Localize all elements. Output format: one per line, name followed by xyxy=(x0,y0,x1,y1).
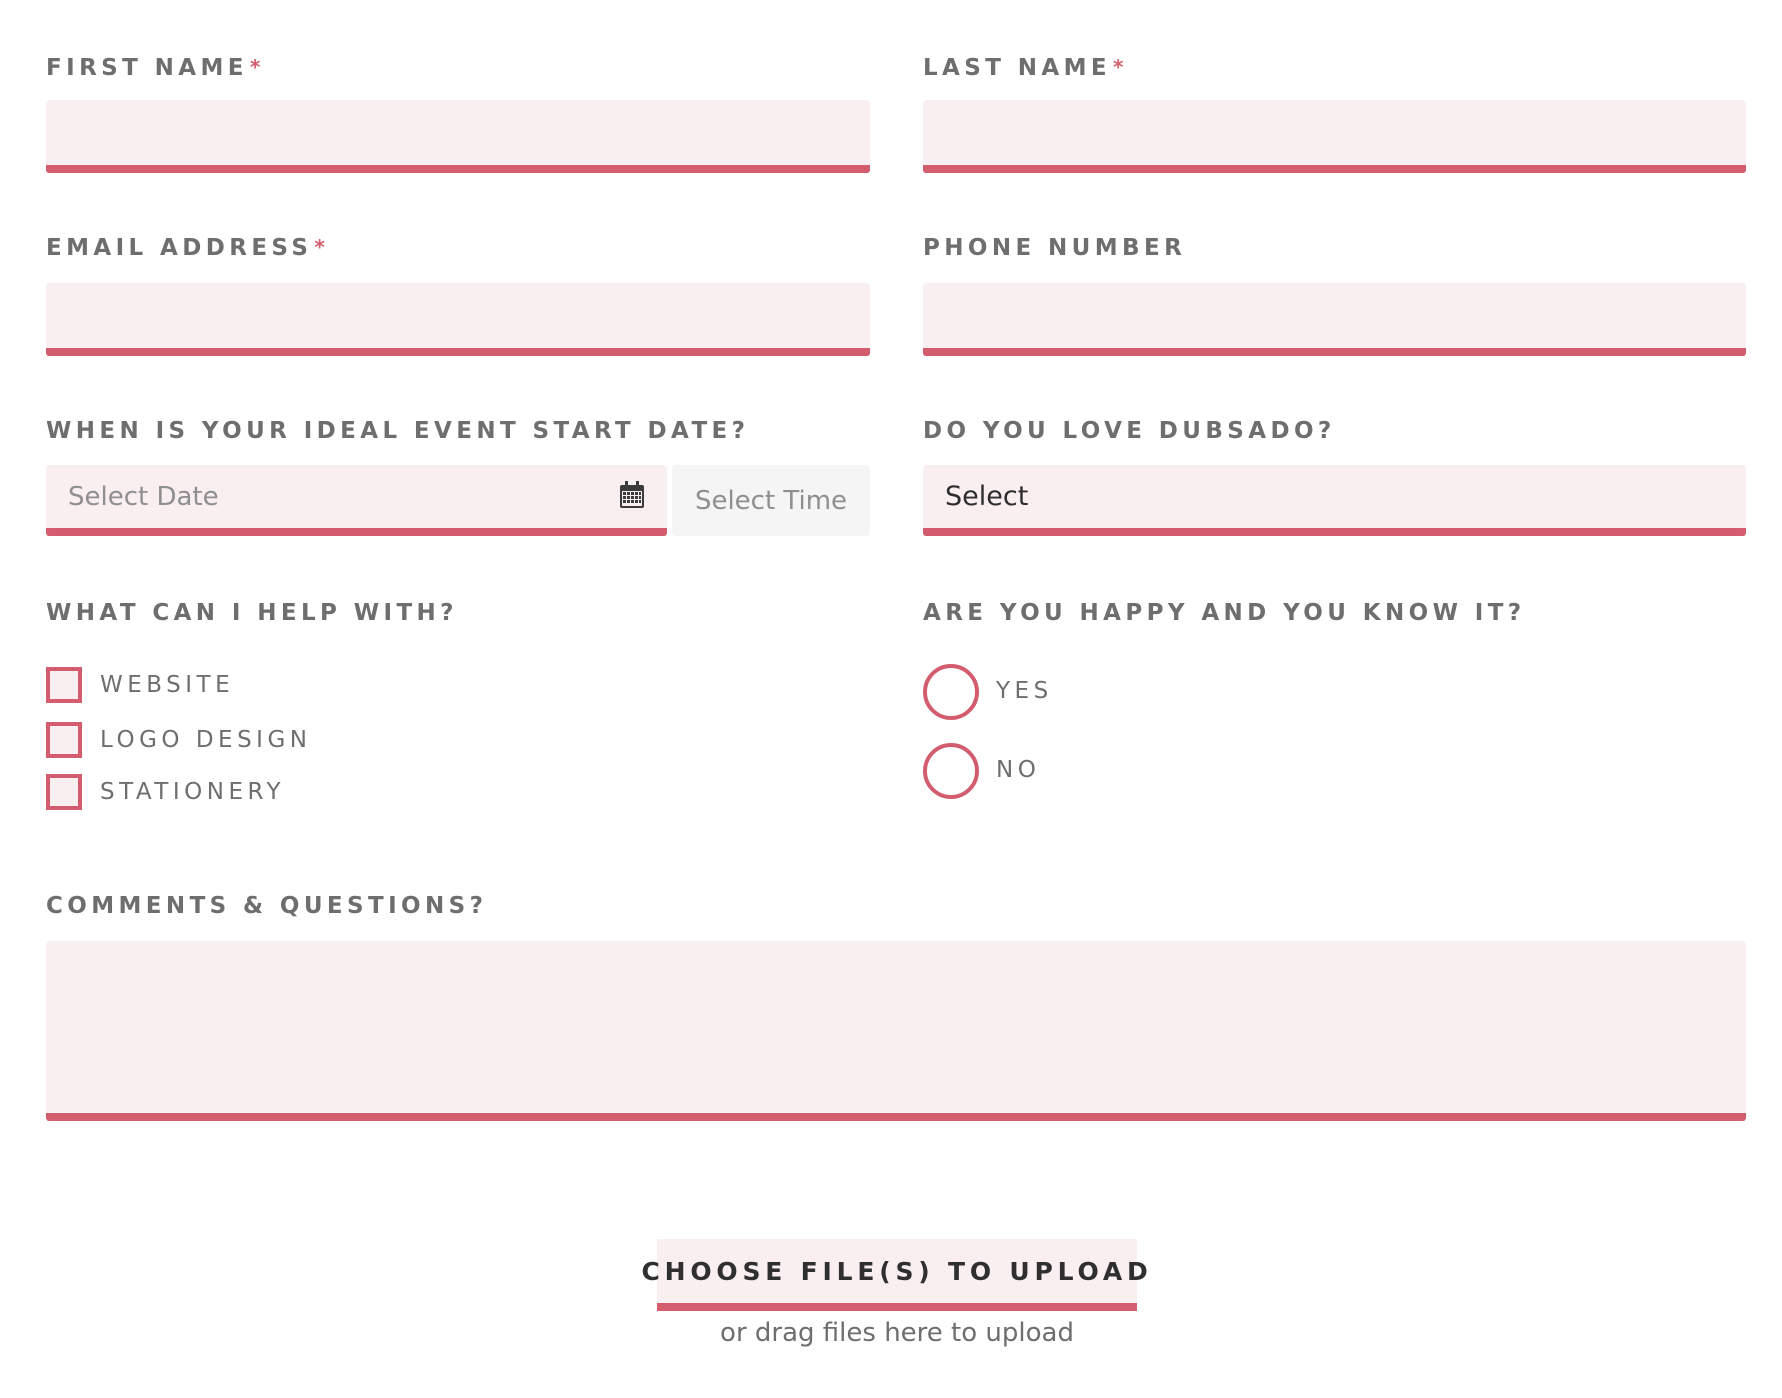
contact-form: FIRST NAME * LAST NAME * EMAIL ADDRESS * PH… xyxy=(0,0,1782,1398)
radio-no[interactable] xyxy=(923,743,979,799)
email-label-text: EMAIL ADDRESS xyxy=(46,235,313,261)
comments-textarea[interactable] xyxy=(46,941,1746,1121)
checkbox-label-logo-design: LOGO DESIGN xyxy=(100,727,312,753)
help-with-label: WHAT CAN I HELP WITH? xyxy=(46,600,458,626)
upload-hint: or drag files here to upload xyxy=(720,1318,1074,1348)
help-with-label-text: WHAT CAN I HELP WITH? xyxy=(46,600,458,626)
email-label: EMAIL ADDRESS * xyxy=(46,235,325,261)
required-marker: * xyxy=(1112,55,1124,79)
required-marker: * xyxy=(249,55,261,79)
upload-button[interactable]: CHOOSE FILE(S) TO UPLOAD xyxy=(641,1239,1148,1311)
first-name-input[interactable] xyxy=(46,100,870,173)
calendar-icon[interactable] xyxy=(619,480,645,513)
first-name-label-text: FIRST NAME xyxy=(46,55,248,81)
time-placeholder: Select Time xyxy=(694,485,848,516)
last-name-input[interactable] xyxy=(923,100,1746,173)
email-input[interactable] xyxy=(46,283,870,356)
checkbox-logo-design[interactable] xyxy=(46,722,82,758)
time-picker-input[interactable]: Select Time xyxy=(672,465,870,536)
phone-label: PHONE NUMBER xyxy=(923,235,1186,261)
happy-label-text: ARE YOU HAPPY AND YOU KNOW IT? xyxy=(923,600,1526,626)
date-picker-input[interactable]: Select Date xyxy=(46,465,667,536)
checkbox-website[interactable] xyxy=(46,667,82,703)
phone-input[interactable] xyxy=(923,283,1746,356)
event-date-label-text: WHEN IS YOUR IDEAL EVENT START DATE? xyxy=(46,418,750,444)
radio-yes[interactable] xyxy=(923,664,979,720)
date-placeholder: Select Date xyxy=(68,481,219,512)
love-dubsado-select[interactable]: Select xyxy=(923,465,1746,536)
checkbox-label-website: WEBSITE xyxy=(100,672,235,698)
last-name-label: LAST NAME * xyxy=(923,55,1123,81)
checkbox-label-stationery: STATIONERY xyxy=(100,779,286,805)
first-name-label: FIRST NAME * xyxy=(46,55,260,81)
comments-label-text: COMMENTS & QUESTIONS? xyxy=(46,893,488,919)
radio-label-no: NO xyxy=(996,757,1041,783)
required-marker: * xyxy=(314,235,325,259)
comments-label: COMMENTS & QUESTIONS? xyxy=(46,893,487,919)
event-date-label: WHEN IS YOUR IDEAL EVENT START DATE? xyxy=(46,418,749,444)
love-dubsado-label: DO YOU LOVE DUBSADO? xyxy=(923,418,1336,444)
radio-label-yes: YES xyxy=(996,678,1053,704)
love-dubsado-label-text: DO YOU LOVE DUBSADO? xyxy=(923,418,1336,444)
happy-label: ARE YOU HAPPY AND YOU KNOW IT? xyxy=(923,600,1526,626)
upload-button-label: CHOOSE FILE(S) TO UPLOAD xyxy=(641,1256,1153,1286)
last-name-label-text: LAST NAME xyxy=(923,55,1111,81)
select-value: Select xyxy=(945,481,1029,512)
checkbox-stationery[interactable] xyxy=(46,774,82,810)
phone-label-text: PHONE NUMBER xyxy=(923,235,1187,261)
